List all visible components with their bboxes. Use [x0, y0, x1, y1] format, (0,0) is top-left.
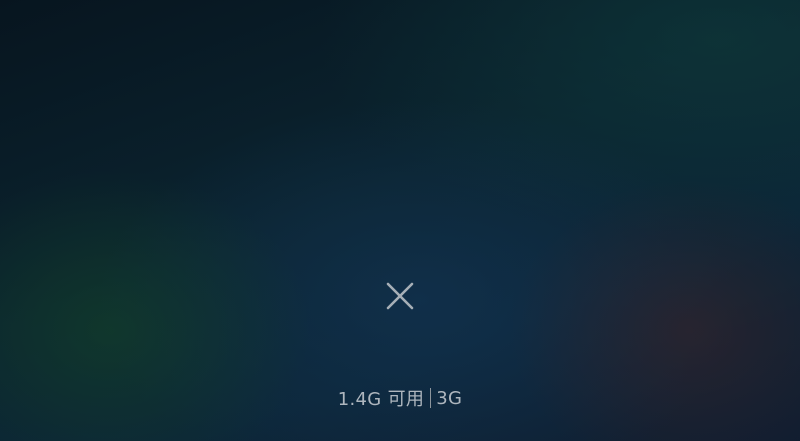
memory-available-label: 1.4G 可用 — [337, 389, 425, 410]
memory-info: 1.4G 可用 3G — [0, 386, 800, 411]
close-icon — [385, 281, 415, 311]
memory-total-label: 3G — [436, 387, 463, 409]
recents-screen: 1.4G 可用 3G — [0, 0, 800, 441]
memory-divider — [430, 388, 432, 408]
clear-all-button[interactable] — [378, 274, 422, 318]
